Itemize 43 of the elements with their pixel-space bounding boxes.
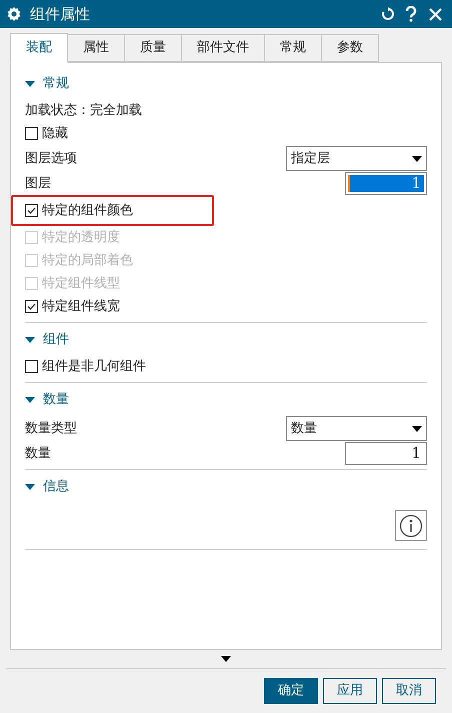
load-status-text: 加载状态：完全加载 <box>25 102 142 120</box>
tab[interactable]: 属性 <box>67 34 125 62</box>
help-icon[interactable] <box>405 6 417 22</box>
checkbox[interactable] <box>25 204 38 217</box>
collapse-icon <box>25 81 35 87</box>
collapse-icon <box>25 337 35 343</box>
field-label: 数量类型 <box>25 420 77 438</box>
checkbox-option[interactable]: 隐藏 <box>25 122 68 145</box>
dialog-button[interactable]: 确定 <box>264 678 318 704</box>
tab[interactable]: 质量 <box>124 34 182 62</box>
window-title: 组件属性 <box>30 4 91 25</box>
collapse-icon <box>25 397 35 403</box>
dialog-button[interactable]: 取消 <box>382 678 436 704</box>
number-field[interactable]: 1 <box>345 172 427 195</box>
field-label: 图层选项 <box>25 150 77 168</box>
checkbox-option[interactable]: 特定的组件颜色 <box>25 199 133 222</box>
checkbox[interactable] <box>25 360 38 373</box>
checkbox[interactable] <box>25 300 38 313</box>
field-label: 图层 <box>25 174 51 193</box>
caret-icon <box>412 426 422 432</box>
caret-icon <box>412 156 422 162</box>
checkbox-option[interactable]: 组件是非几何组件 <box>25 355 146 378</box>
expand-icon <box>221 656 231 662</box>
dropdown[interactable]: 数量 <box>286 416 427 441</box>
reset-icon[interactable] <box>381 7 395 21</box>
settings-icon <box>6 6 22 22</box>
section-header[interactable]: 数量 <box>25 385 427 415</box>
number-field[interactable]: 1 <box>345 442 427 465</box>
close-icon[interactable] <box>429 8 442 20</box>
section-header[interactable]: 常规 <box>25 69 427 99</box>
tab[interactable]: 常规 <box>264 34 322 62</box>
info-button[interactable] <box>395 510 427 541</box>
section-header[interactable]: 信息 <box>25 472 427 502</box>
section-header[interactable]: 组件 <box>25 325 427 355</box>
tab[interactable]: 装配 <box>10 33 68 63</box>
checkbox-option[interactable]: 特定组件线宽 <box>25 295 120 318</box>
tab[interactable]: 参数 <box>321 34 379 62</box>
dropdown[interactable]: 指定层 <box>286 146 427 171</box>
dialog-button[interactable]: 应用 <box>323 678 377 704</box>
field-label: 数量 <box>25 444 51 463</box>
checkbox[interactable] <box>25 127 38 140</box>
tab[interactable]: 部件文件 <box>181 34 265 62</box>
collapse-icon <box>25 484 35 490</box>
